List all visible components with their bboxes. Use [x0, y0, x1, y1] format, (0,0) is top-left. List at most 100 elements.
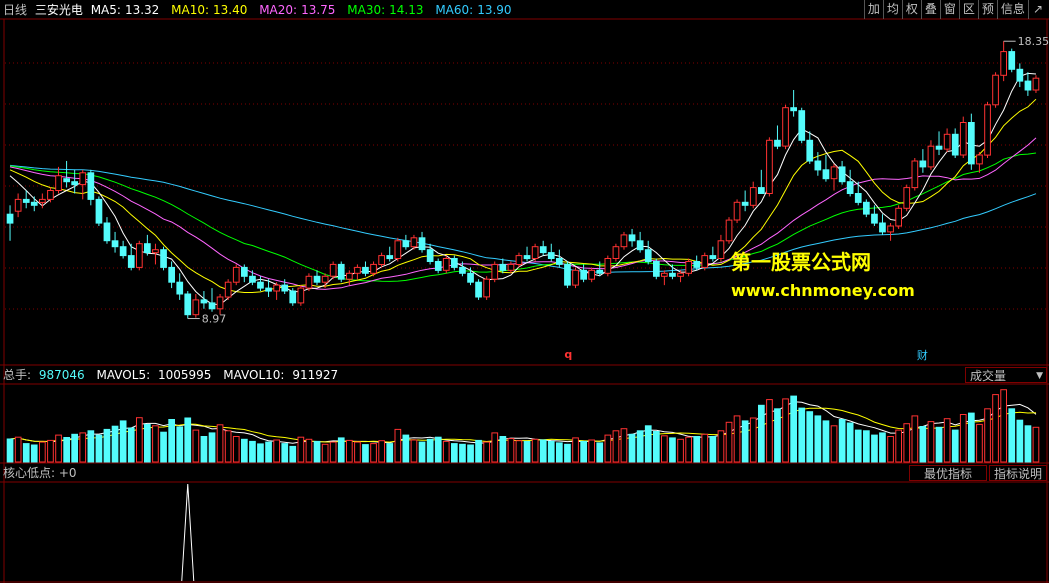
volume-bar	[1000, 389, 1007, 463]
indicator-help-button[interactable]: 指标说明	[989, 465, 1047, 481]
volume-indicator-select[interactable]: 成交量 ▼	[965, 367, 1047, 383]
toolbar-rights-button[interactable]: 权	[901, 0, 921, 19]
candle-body	[1016, 68, 1024, 82]
candle-body	[758, 187, 765, 195]
volume-bar	[572, 437, 579, 463]
candle-body	[426, 249, 434, 262]
volume-bar	[507, 438, 515, 463]
ma10-readout: MA10: 13.40	[171, 3, 248, 17]
volume-bar	[410, 439, 418, 463]
volume-bar	[515, 440, 523, 463]
candle-body	[55, 175, 62, 191]
candle-body	[588, 269, 595, 280]
toolbar-average-button[interactable]: 均	[882, 0, 902, 19]
candle-body	[749, 187, 757, 206]
expand-arrow-icon[interactable]: ↗	[1027, 0, 1047, 19]
volume-bar	[863, 430, 870, 463]
candle-body	[313, 275, 321, 283]
ma20-readout: MA20: 13.75	[259, 3, 336, 17]
volume-bar	[838, 419, 846, 463]
volume-bar	[370, 443, 377, 463]
candle-body	[321, 275, 329, 283]
volume-bar	[346, 439, 353, 463]
candle-body	[1008, 51, 1016, 70]
candle-body	[362, 266, 369, 274]
candle-body	[329, 263, 337, 277]
candle-body	[725, 219, 733, 242]
candle-body	[669, 272, 676, 277]
volume-bar	[192, 429, 200, 463]
volume-bar	[305, 438, 313, 463]
candle-body	[717, 240, 725, 260]
volume-bar	[564, 443, 571, 463]
best-indicator-button[interactable]: 最优指标	[909, 465, 987, 481]
candle-body	[14, 198, 22, 212]
volume-bar	[6, 438, 14, 463]
toolbar-forecast-button[interactable]: 预	[977, 0, 997, 19]
toolbar-window-button[interactable]: 窗	[939, 0, 959, 19]
volume-bar	[55, 434, 62, 463]
candle-body	[572, 269, 579, 286]
volume-bar	[709, 436, 717, 463]
candle-body	[208, 302, 216, 310]
indicator-signal-line	[181, 483, 195, 582]
candle-body	[968, 122, 975, 165]
candle-body	[992, 74, 999, 106]
candle-body	[879, 222, 886, 233]
candle-body	[620, 234, 628, 248]
volume-bar	[265, 441, 272, 463]
toolbar-overlay-button[interactable]: 叠	[920, 0, 940, 19]
candle-body	[152, 249, 159, 254]
candle-body	[111, 240, 119, 248]
candle-body	[297, 287, 305, 304]
volume-bar	[959, 414, 967, 463]
candle-body	[822, 169, 830, 180]
finance-marker: 财	[917, 348, 928, 362]
candle-body	[491, 263, 499, 280]
candle-body	[216, 296, 224, 310]
volume-bar	[224, 430, 232, 463]
candle-body	[774, 139, 781, 147]
volume-bar	[644, 425, 652, 463]
candle-body	[337, 263, 345, 280]
watermark-title: 第一股票公式网	[731, 250, 871, 274]
candle-body	[386, 255, 394, 260]
volume-bar	[984, 408, 991, 463]
volume-bar	[701, 433, 709, 463]
period-label: 日线	[3, 3, 28, 17]
toolbar-info-button[interactable]: 信息	[996, 0, 1028, 19]
volume-bar	[685, 436, 692, 463]
volume-bar	[976, 423, 983, 463]
volume-bar	[822, 420, 830, 463]
volume-bar	[119, 420, 127, 463]
volume-bar	[22, 443, 30, 463]
candle-body	[790, 107, 797, 112]
volume-bar	[281, 443, 289, 463]
volume-bar	[758, 404, 765, 463]
candle-body	[604, 258, 612, 274]
candle-body	[959, 122, 967, 156]
candle-body	[63, 178, 70, 183]
toolbar-range-button[interactable]: 区	[958, 0, 978, 19]
volume-bar	[152, 425, 159, 463]
candle-body	[1032, 77, 1040, 91]
volume-bar	[661, 435, 668, 463]
ma60-readout: MA60: 13.90	[435, 3, 512, 17]
volume-bar	[636, 430, 644, 463]
volume-bar	[927, 421, 935, 463]
toolbar-add-button[interactable]: 加	[863, 0, 883, 19]
candle-body	[515, 255, 523, 266]
volume-bar	[693, 436, 701, 463]
candlestick-series	[6, 41, 1040, 319]
candle-body	[265, 287, 272, 292]
volume-bar	[337, 437, 345, 463]
volume-bar	[531, 438, 539, 463]
volume-bar	[426, 438, 434, 463]
candle-body	[144, 243, 151, 254]
candle-body	[782, 107, 789, 147]
volume-bar	[208, 432, 216, 463]
volume-bar	[1032, 426, 1040, 463]
volume-bar	[620, 428, 628, 463]
candle-body	[249, 275, 256, 283]
volume-bar	[273, 439, 280, 463]
